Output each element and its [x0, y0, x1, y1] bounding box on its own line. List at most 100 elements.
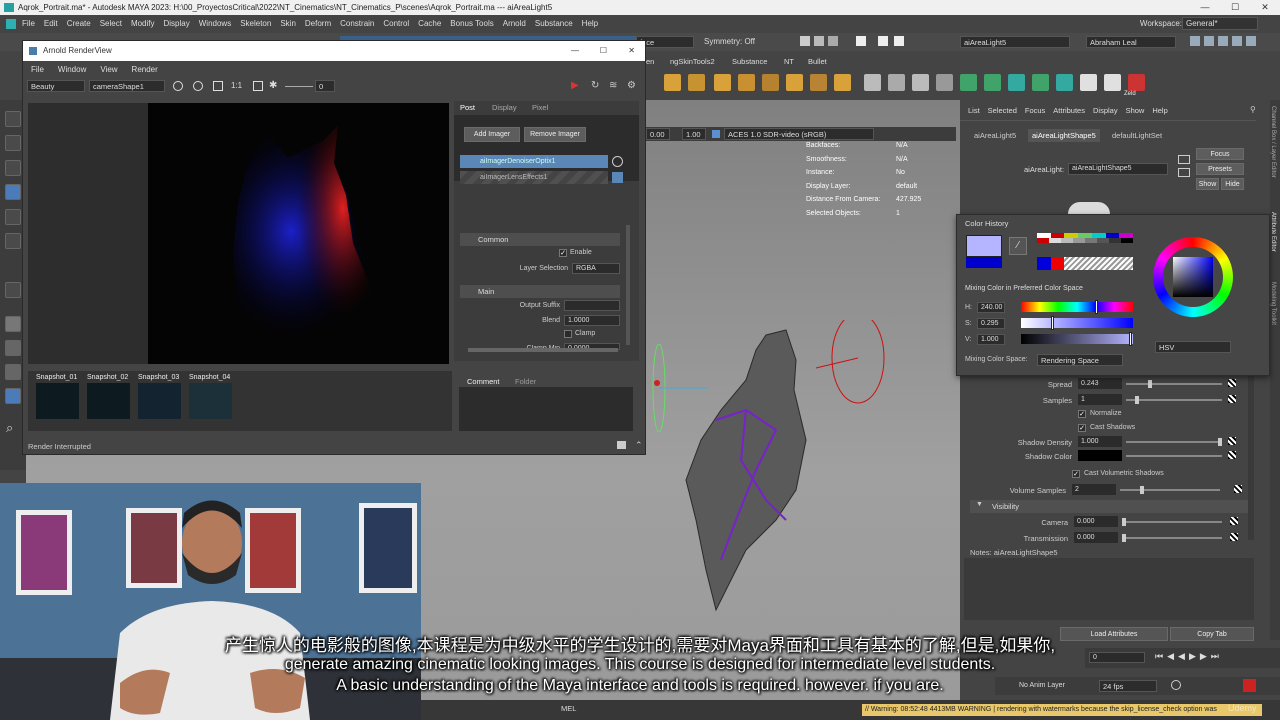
- shelf-tab-substance[interactable]: Substance: [732, 57, 767, 66]
- tool-settings-icon[interactable]: [1218, 36, 1228, 46]
- close-button[interactable]: ✕: [1250, 0, 1280, 15]
- region-icon[interactable]: [193, 81, 203, 91]
- tab-display[interactable]: Display: [492, 103, 517, 112]
- arnold-skydome-icon[interactable]: [1032, 74, 1049, 91]
- transmission-knob[interactable]: [1122, 534, 1126, 542]
- zeld-shelf-icon[interactable]: [1128, 74, 1145, 91]
- tab-pixel[interactable]: Pixel: [532, 103, 548, 112]
- color-history-grid[interactable]: [1037, 233, 1134, 271]
- snapshot-item[interactable]: Snapshot_02: [87, 374, 131, 419]
- shelf-tab-1[interactable]: en: [646, 57, 654, 66]
- normalize-checkbox[interactable]: ✓: [1078, 410, 1086, 418]
- shelf-tab-nt[interactable]: NT: [784, 57, 794, 66]
- samples-knob[interactable]: [1135, 396, 1139, 404]
- curve-shelf-icon[interactable]: [864, 74, 881, 91]
- arnold-render-shelf-icon[interactable]: [960, 74, 977, 91]
- v-field[interactable]: 1.000: [977, 334, 1005, 345]
- map-button-icon[interactable]: [1230, 533, 1238, 541]
- tab-post[interactable]: Post: [460, 103, 475, 112]
- cast-shadows-checkbox[interactable]: ✓: [1078, 424, 1086, 432]
- rv-close-button[interactable]: ✕: [628, 41, 635, 61]
- camera-knob[interactable]: [1122, 518, 1126, 526]
- hue-knob[interactable]: [1095, 300, 1098, 314]
- camera-field[interactable]: 0.000: [1074, 516, 1118, 527]
- gamma-field[interactable]: 1.00: [682, 128, 706, 140]
- modeling-toolkit-icon[interactable]: [1190, 36, 1200, 46]
- horizontal-scrollbar[interactable]: [468, 348, 618, 352]
- shadow-density-slider[interactable]: [1126, 441, 1222, 443]
- color-management-icon[interactable]: [712, 130, 720, 138]
- spread-slider[interactable]: [1126, 383, 1222, 385]
- layout-four-icon[interactable]: [5, 340, 21, 356]
- disable-imager-icon[interactable]: [612, 156, 623, 167]
- snapshot-camera-icon[interactable]: [617, 441, 626, 449]
- combine-shelf-icon[interactable]: [834, 74, 851, 91]
- extrude-shelf-icon[interactable]: [762, 74, 779, 91]
- section-main[interactable]: Main: [460, 285, 620, 298]
- layout-outliner-icon[interactable]: [5, 388, 21, 404]
- fit-icon[interactable]: [253, 81, 263, 91]
- side-tab-modeling-toolkit[interactable]: Modeling Toolkit: [1270, 282, 1276, 325]
- rv-menu-file[interactable]: File: [31, 65, 44, 74]
- tab-defaultlightset[interactable]: defaultLightSet: [1108, 129, 1166, 142]
- ae-menu-help[interactable]: Help: [1152, 106, 1167, 115]
- object-name-field[interactable]: aiAreaLight5: [960, 36, 1070, 48]
- presets-button[interactable]: Presets: [1196, 163, 1244, 175]
- map-button-icon[interactable]: [1234, 485, 1242, 493]
- cube-shelf-icon[interactable]: [664, 74, 681, 91]
- tab-aiarealightshape5[interactable]: aiAreaLightShape5: [1028, 129, 1100, 142]
- map-button-icon[interactable]: [1230, 517, 1238, 525]
- node-name-field[interactable]: aiAreaLightShape5: [1068, 163, 1168, 175]
- exposure-value[interactable]: 0: [315, 80, 335, 92]
- hide-button[interactable]: Hide: [1221, 178, 1244, 190]
- tab-comment[interactable]: Comment: [467, 377, 500, 386]
- arnold-photometric-icon[interactable]: [1056, 74, 1073, 91]
- comment-box[interactable]: [459, 387, 633, 431]
- previous-color-swatch[interactable]: [966, 257, 1002, 268]
- color-mode-select[interactable]: HSV: [1155, 341, 1231, 353]
- imager-item[interactable]: aiImagerLensEffects1: [460, 171, 608, 184]
- blend-field[interactable]: 1.0000: [564, 315, 620, 326]
- map-button-icon[interactable]: [1228, 437, 1236, 445]
- move-tool-icon[interactable]: [5, 184, 21, 200]
- character-mesh[interactable]: [685, 329, 807, 612]
- aov-select[interactable]: Beauty: [27, 80, 85, 92]
- bridge-shelf-icon[interactable]: [786, 74, 803, 91]
- light-handle[interactable]: [654, 380, 660, 386]
- settings-gear-icon[interactable]: ⚙: [627, 80, 636, 91]
- bezier-shelf-icon[interactable]: [912, 74, 929, 91]
- vertical-scrollbar[interactable]: [626, 225, 630, 345]
- menu-file[interactable]: File: [22, 19, 35, 28]
- menu-skeleton[interactable]: Skeleton: [240, 19, 271, 28]
- rv-menu-render[interactable]: Render: [132, 65, 158, 74]
- ae-menu-selected[interactable]: Selected: [988, 106, 1017, 115]
- map-button-icon[interactable]: [1228, 379, 1236, 387]
- shelf-tab-ngskintools[interactable]: ngSkinTools2: [670, 57, 715, 66]
- layer-selection-field[interactable]: RGBA: [572, 263, 620, 274]
- eyedropper-icon[interactable]: ⁄: [1009, 237, 1027, 255]
- symmetry-label[interactable]: Symmetry: Off: [704, 36, 755, 48]
- spread-knob[interactable]: [1148, 380, 1152, 388]
- tab-aiarealight5[interactable]: aiAreaLight5: [970, 129, 1020, 142]
- snapshot-item[interactable]: Snapshot_03: [138, 374, 182, 419]
- current-color-swatch[interactable]: [966, 235, 1002, 257]
- output-suffix-field[interactable]: [564, 300, 620, 311]
- samples-slider[interactable]: [1126, 399, 1222, 401]
- arnold-light-shelf-icon[interactable]: [984, 74, 1001, 91]
- menu-cache[interactable]: Cache: [418, 19, 441, 28]
- auto-key-icon[interactable]: [1243, 679, 1256, 692]
- script-language-button[interactable]: MEL: [561, 704, 576, 713]
- shadow-density-knob[interactable]: [1218, 438, 1222, 446]
- notes-field[interactable]: [964, 558, 1254, 620]
- loop-icon[interactable]: [1171, 680, 1181, 690]
- enable-checkbox[interactable]: ✓: [559, 249, 567, 257]
- fps-select[interactable]: 24 fps: [1099, 680, 1157, 692]
- attribute-editor-icon[interactable]: [1204, 36, 1214, 46]
- camera-slider[interactable]: [1122, 521, 1222, 523]
- lasso-tool-icon[interactable]: [5, 135, 21, 151]
- shadow-color-slider[interactable]: [1126, 455, 1222, 457]
- rotate-tool-icon[interactable]: [5, 209, 21, 225]
- menu-bonus-tools[interactable]: Bonus Tools: [450, 19, 493, 28]
- smooth-shelf-icon[interactable]: [810, 74, 827, 91]
- ep-curve-shelf-icon[interactable]: [888, 74, 905, 91]
